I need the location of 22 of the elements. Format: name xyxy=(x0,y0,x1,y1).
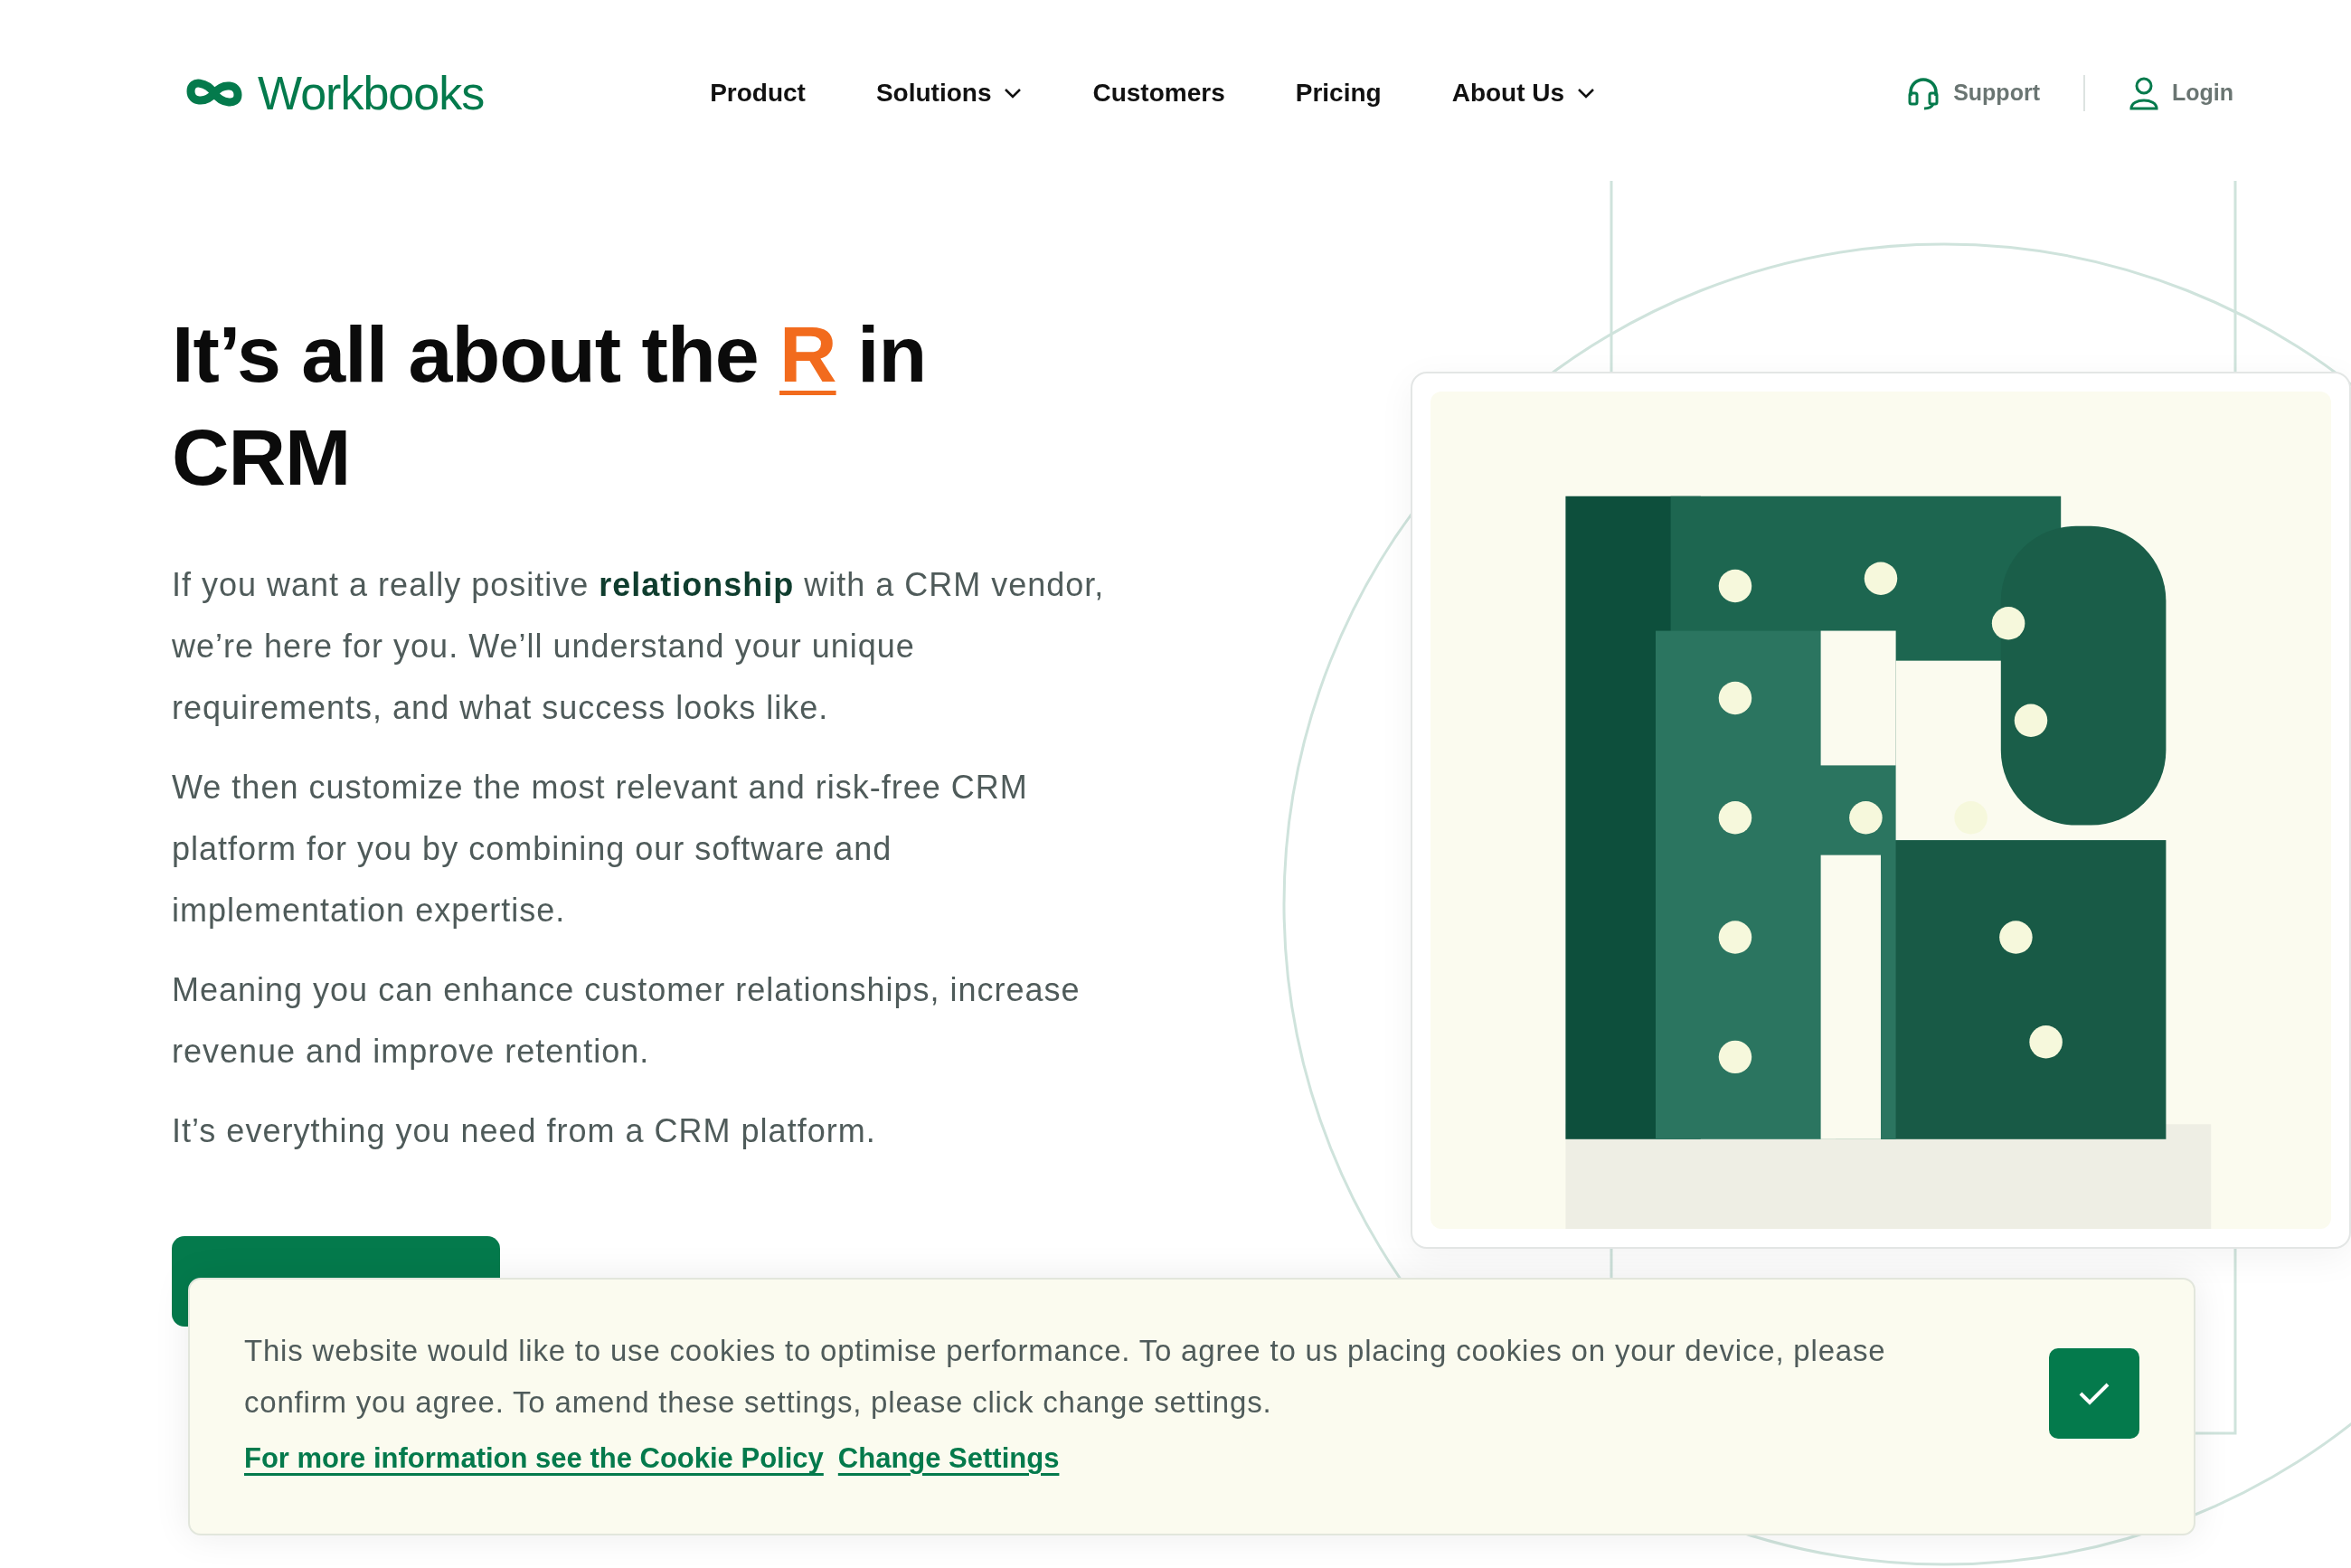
accept-button[interactable] xyxy=(2049,1348,2139,1439)
nav-link[interactable]: About Us xyxy=(1451,78,1596,108)
logo-text[interactable]: Workbooks xyxy=(258,65,485,120)
hero-heading: It’s all about the R in CRM xyxy=(172,308,928,504)
cookie-link[interactable]: For more information see the Cookie Policy xyxy=(244,1442,824,1475)
chevron-down-icon xyxy=(1577,87,1596,99)
headset-icon xyxy=(1906,75,1941,110)
login-link[interactable]: Login xyxy=(2128,75,2233,110)
nav-link[interactable]: Customers xyxy=(1092,78,1225,108)
support-link[interactable]: Support xyxy=(1906,75,2040,110)
cookie-link[interactable]: Change Settings xyxy=(837,1442,1060,1475)
user-icon xyxy=(2128,75,2159,110)
hero-paragraph: If you want a really positive relationship with a CRM vendor, we’re here for you. We’ll understand your unique requirements, and what success looks like. xyxy=(172,565,1106,728)
nav-link[interactable]: Pricing xyxy=(1295,78,1382,108)
checkmark-icon xyxy=(2078,1381,2110,1406)
chevron-down-icon xyxy=(1004,87,1023,99)
nav-link[interactable]: Product xyxy=(710,78,806,108)
cookie-message: This website would like to use cookies to optimise performance. To agree to us placing cookies on your device, please confirm you agree. To amend these settings, please click change settings. xyxy=(244,1333,1887,1421)
hero-paragraph: Meaning you can enhance customer relationships, increase revenue and improve retention. xyxy=(172,970,1081,1072)
nav-link[interactable]: Solutions xyxy=(875,78,1023,108)
hero-paragraph: It’s everything you need from a CRM platform. xyxy=(172,1111,877,1151)
hero-paragraph: We then customize the most relevant and risk-free CRM platform for you by combining our software and implementation expertise. xyxy=(172,768,1029,930)
